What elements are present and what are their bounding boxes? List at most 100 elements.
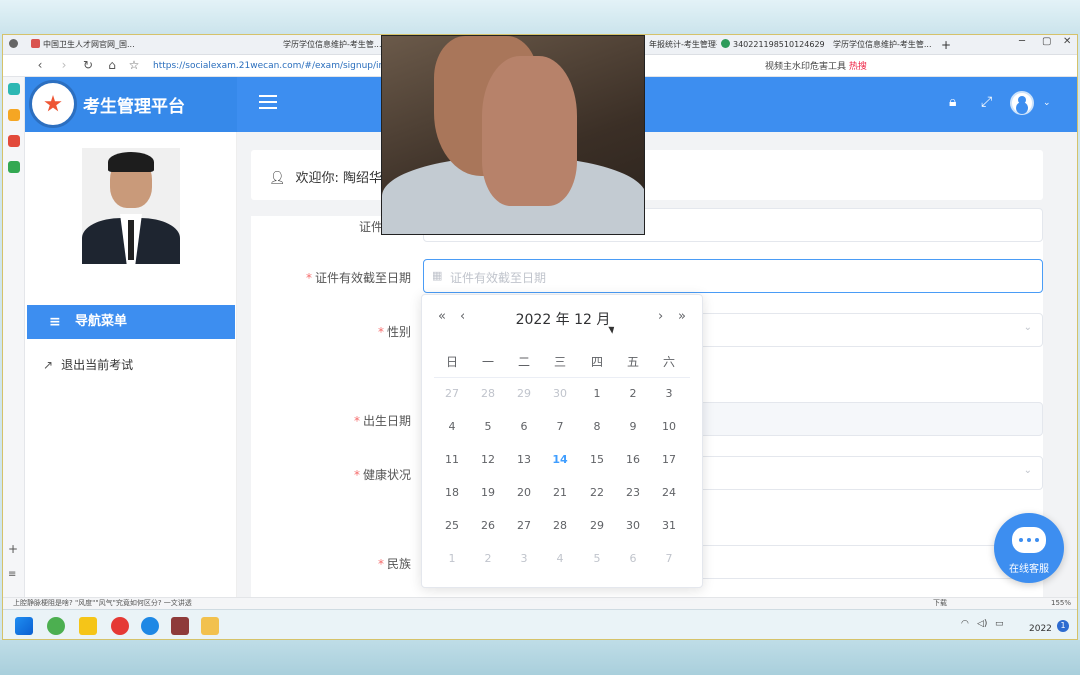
- date-cell[interactable]: 2: [470, 552, 506, 565]
- date-cell[interactable]: 1: [434, 552, 470, 565]
- date-cell[interactable]: 13: [506, 453, 542, 466]
- maximize-button[interactable]: ▢: [1042, 36, 1051, 47]
- video-taskbar-icon[interactable]: [111, 617, 129, 635]
- date-cell[interactable]: 10: [651, 420, 687, 433]
- exit-exam-link[interactable]: ↗ 退出当前考试: [43, 356, 133, 373]
- date-cell[interactable]: 7: [651, 552, 687, 565]
- bookmark-star-icon[interactable]: ☆: [127, 58, 141, 72]
- date-cell[interactable]: 27: [434, 387, 470, 400]
- date-cell[interactable]: 16: [615, 453, 651, 466]
- taskbar-clock[interactable]: 2022: [1029, 624, 1052, 634]
- chevron-down-icon[interactable]: ⌄: [1043, 98, 1051, 108]
- online-support-button[interactable]: 在线客服: [994, 513, 1064, 583]
- date-cell[interactable]: 6: [615, 552, 651, 565]
- date-cell[interactable]: 29: [506, 387, 542, 400]
- date-cell[interactable]: 22: [579, 486, 615, 499]
- date-cell[interactable]: 2: [615, 387, 651, 400]
- date-cell-today[interactable]: 14: [542, 453, 578, 466]
- url-field[interactable]: https://socialexam.21wecan.com/#/exam/si…: [153, 58, 383, 74]
- forward-icon[interactable]: ›: [57, 58, 71, 72]
- home-icon[interactable]: ⌂: [105, 58, 119, 72]
- minimize-button[interactable]: ─: [1019, 36, 1025, 47]
- tab-5[interactable]: 学历学位信息维护-考生管...: [833, 37, 933, 53]
- date-cell[interactable]: 15: [579, 453, 615, 466]
- notes-taskbar-icon[interactable]: [79, 617, 97, 635]
- tab-4[interactable]: 340221198510124629: [721, 37, 829, 53]
- date-cell[interactable]: 30: [615, 519, 651, 532]
- next-month-button[interactable]: ›: [658, 309, 663, 324]
- notification-badge[interactable]: 1: [1057, 620, 1069, 632]
- k-app-taskbar-icon[interactable]: [141, 617, 159, 635]
- taskbar: ◠ ◁) ▭ 2022 1: [3, 609, 1077, 639]
- side-app-icon[interactable]: [8, 83, 20, 95]
- user-avatar[interactable]: [1010, 91, 1034, 115]
- date-cell[interactable]: 19: [470, 486, 506, 499]
- gender-label: * 性别: [377, 325, 411, 339]
- archive-taskbar-icon[interactable]: [171, 617, 189, 635]
- date-cell[interactable]: 31: [651, 519, 687, 532]
- zoom-level[interactable]: 155%: [1051, 598, 1071, 609]
- side-wechat-icon[interactable]: [8, 161, 20, 173]
- side-menu-icon[interactable]: ≡: [8, 569, 20, 581]
- reload-icon[interactable]: ↻: [81, 58, 95, 72]
- date-cell[interactable]: 4: [542, 552, 578, 565]
- battery-icon[interactable]: ▭: [995, 619, 1004, 629]
- date-cell[interactable]: 28: [542, 519, 578, 532]
- download-button[interactable]: 下载: [933, 598, 947, 609]
- search-suggestion[interactable]: 视频主水印危害工具 热搜: [765, 59, 867, 72]
- weekday-divider: [434, 377, 690, 378]
- date-cell[interactable]: 12: [470, 453, 506, 466]
- date-cell[interactable]: 28: [470, 387, 506, 400]
- fullscreen-icon[interactable]: ⤢: [981, 94, 992, 110]
- date-cell[interactable]: 20: [506, 486, 542, 499]
- date-cell[interactable]: 17: [651, 453, 687, 466]
- new-tab-button[interactable]: +: [941, 37, 955, 53]
- calendar-icon: ▦: [432, 269, 443, 282]
- next-year-button[interactable]: »: [678, 309, 686, 324]
- date-cell[interactable]: 1: [579, 387, 615, 400]
- tab-2[interactable]: 学历学位信息维护-考生管...: [283, 37, 383, 53]
- date-cell[interactable]: 11: [434, 453, 470, 466]
- chevron-down-icon: ⌄: [1023, 465, 1032, 476]
- date-cell[interactable]: 8: [579, 420, 615, 433]
- chevron-down-icon: ⌄: [1023, 322, 1032, 333]
- date-cell[interactable]: 29: [579, 519, 615, 532]
- date-cell[interactable]: 9: [615, 420, 651, 433]
- date-cell[interactable]: 18: [434, 486, 470, 499]
- profile-avatar-icon[interactable]: [9, 37, 23, 53]
- folder-taskbar-icon[interactable]: [201, 617, 219, 635]
- menu-toggle-icon[interactable]: [259, 95, 277, 109]
- platform-logo: [29, 80, 77, 128]
- close-button[interactable]: ✕: [1063, 36, 1071, 47]
- date-cell[interactable]: 23: [615, 486, 651, 499]
- date-cell[interactable]: 5: [579, 552, 615, 565]
- nav-menu-header[interactable]: ≡ 导航菜单: [27, 305, 235, 339]
- ethnicity-label: * 民族: [377, 557, 411, 571]
- side-add-icon[interactable]: +: [8, 543, 20, 555]
- date-cell[interactable]: 26: [470, 519, 506, 532]
- date-cell[interactable]: 25: [434, 519, 470, 532]
- date-cell[interactable]: 6: [506, 420, 542, 433]
- date-cell[interactable]: 24: [651, 486, 687, 499]
- date-cell[interactable]: 4: [434, 420, 470, 433]
- cert-expiry-input[interactable]: ▦ 证件有效截至日期: [423, 259, 1043, 293]
- date-cell[interactable]: 21: [542, 486, 578, 499]
- side-weibo-icon[interactable]: [8, 135, 20, 147]
- date-cell[interactable]: 3: [651, 387, 687, 400]
- tab-3[interactable]: 年报统计-考生管理平...: [649, 37, 717, 53]
- news-ticker[interactable]: 上腔静脉梗阻是啥? "风度""风气"究竟如何区分? 一文讲透: [13, 599, 192, 607]
- windows-start-icon[interactable]: [15, 617, 33, 635]
- tab-1[interactable]: 中国卫生人才网官网_国...: [31, 37, 143, 53]
- hot-search-label: 热搜: [848, 62, 867, 72]
- volume-icon[interactable]: ◁): [977, 619, 987, 629]
- date-cell[interactable]: 27: [506, 519, 542, 532]
- back-icon[interactable]: ‹: [33, 58, 47, 72]
- date-cell[interactable]: 7: [542, 420, 578, 433]
- wifi-icon[interactable]: ◠: [961, 619, 969, 629]
- date-cell[interactable]: 30: [542, 387, 578, 400]
- browser-taskbar-icon[interactable]: [47, 617, 65, 635]
- date-cell[interactable]: 5: [470, 420, 506, 433]
- lock-icon[interactable]: 🔒︎: [949, 94, 956, 110]
- side-favorites-icon[interactable]: [8, 109, 20, 121]
- date-cell[interactable]: 3: [506, 552, 542, 565]
